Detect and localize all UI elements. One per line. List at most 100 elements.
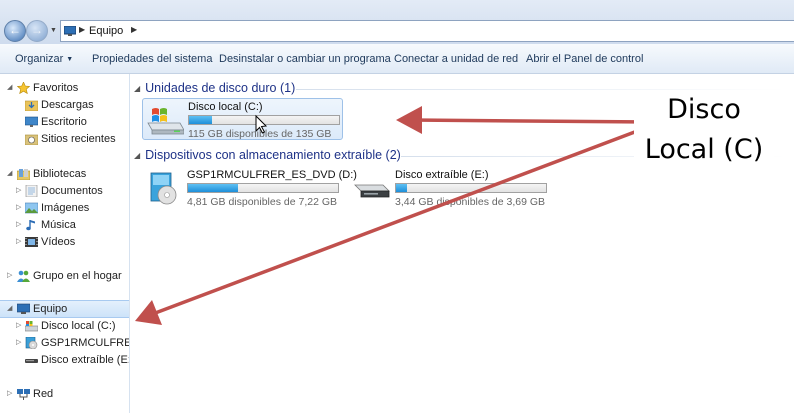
group-divider	[401, 156, 786, 157]
nav-item-recent[interactable]: Sitios recientes	[0, 131, 129, 148]
back-button[interactable]: ←	[4, 20, 26, 42]
arrow-right-icon: →	[31, 23, 43, 37]
expand-arrow-icon[interactable]: ▷	[16, 321, 21, 329]
nav-label: Favoritos	[33, 82, 79, 94]
nav-item-documents[interactable]: ▷ Documentos	[0, 183, 129, 200]
map-network-drive-button[interactable]: Conectar a unidad de red	[394, 53, 518, 65]
nav-item-desktop[interactable]: Escritorio	[0, 114, 129, 131]
drive-tile-c[interactable]: Disco local (C:) 115 GB disponibles de 1…	[142, 98, 343, 140]
drive-name: Disco local (C:)	[188, 101, 263, 113]
organize-button[interactable]: Organizar ▼	[15, 53, 73, 65]
nav-label: Sitios recientes	[41, 133, 116, 145]
videos-icon	[25, 237, 38, 247]
system-drive-icon	[25, 321, 38, 332]
drive-tile-e[interactable]: Disco extraíble (E:) 3,44 GB disponibles…	[350, 167, 555, 209]
group-header-hard-disks[interactable]: ◢ Unidades de disco duro (1)	[134, 81, 295, 95]
nav-item-drive-c[interactable]: ▷ Disco local (C:)	[0, 318, 129, 335]
nav-label: Bibliotecas	[33, 168, 87, 180]
nav-label: Disco local (C:)	[41, 320, 116, 332]
nav-item-images[interactable]: ▷ Imágenes	[0, 200, 129, 217]
recent-places-icon	[25, 134, 38, 145]
collapse-group-icon[interactable]: ◢	[134, 151, 140, 160]
nav-label: Música	[41, 219, 76, 231]
documents-icon	[25, 185, 38, 197]
drive-free-space: 115 GB disponibles de 135 GB	[188, 128, 332, 140]
system-properties-button[interactable]: Propiedades del sistema	[92, 53, 212, 65]
group-header-removable[interactable]: ◢ Dispositivos con almacenamiento extraíb…	[134, 148, 401, 162]
expand-arrow-icon[interactable]: ▷	[16, 203, 21, 211]
nav-label: Documentos	[41, 185, 103, 197]
open-control-panel-button[interactable]: Abrir el Panel de control	[526, 53, 643, 65]
nav-label: Imágenes	[41, 202, 90, 214]
breadcrumb-separator-icon[interactable]: ▶	[79, 25, 85, 34]
collapse-arrow-icon[interactable]: ◢	[7, 169, 12, 177]
drive-usage-bar	[187, 183, 339, 193]
drive-tile-d[interactable]: GSP1RMCULFRER_ES_DVD (D:) 4,81 GB dispon…	[142, 167, 357, 209]
expand-arrow-icon[interactable]: ▷	[7, 271, 12, 279]
drive-free-space: 4,81 GB disponibles de 7,22 GB	[187, 196, 338, 208]
libraries-icon	[17, 169, 30, 180]
history-dropdown-button[interactable]: ▼	[50, 27, 57, 34]
navigation-pane: ◢ Favoritos Descargas Escritorio Sitios …	[0, 74, 130, 413]
nav-label: GSP1RMCULFRER_ES	[41, 337, 130, 349]
nav-label: Equipo	[33, 303, 68, 315]
organize-label: Organizar	[15, 53, 64, 65]
nav-item-music[interactable]: ▷ Música	[0, 217, 129, 234]
expand-arrow-icon[interactable]: ▷	[16, 186, 21, 194]
computer-icon	[64, 26, 76, 36]
chevron-down-icon: ▼	[66, 56, 74, 63]
drive-usage-fill	[189, 116, 212, 124]
command-bar: Organizar ▼ Propiedades del sistema Desin…	[0, 44, 794, 74]
nav-item-network[interactable]: ▷ Red	[0, 386, 129, 403]
group-divider	[296, 89, 786, 90]
nav-item-computer[interactable]: ◢ Equipo	[0, 300, 129, 318]
nav-item-drive-d[interactable]: ▷ GSP1RMCULFRER_ES	[0, 335, 130, 352]
nav-item-favorites[interactable]: ◢ Favoritos	[0, 80, 129, 97]
downloads-folder-icon	[25, 100, 38, 111]
desktop-icon	[25, 116, 38, 127]
network-icon	[17, 389, 30, 400]
collapse-arrow-icon[interactable]: ◢	[7, 83, 12, 91]
breadcrumb-separator-icon[interactable]: ▶	[131, 25, 137, 34]
nav-label: Red	[33, 388, 54, 400]
computer-icon	[17, 303, 30, 314]
dvd-drive-icon	[25, 337, 38, 349]
group-header-label: Unidades de disco duro (1)	[145, 81, 296, 95]
nav-item-videos[interactable]: ▷ Vídeos	[0, 234, 129, 251]
nav-item-homegroup[interactable]: ▷ Grupo en el hogar	[0, 268, 129, 285]
breadcrumb-equipo[interactable]: Equipo	[89, 25, 123, 37]
nav-label: Escritorio	[41, 116, 87, 128]
star-icon	[17, 82, 30, 94]
collapse-group-icon[interactable]: ◢	[134, 84, 140, 93]
removable-drive-icon	[354, 184, 390, 198]
uninstall-program-button[interactable]: Desinstalar o cambiar un programa	[219, 53, 391, 65]
nav-label: Disco extraíble (E:)	[41, 354, 130, 366]
drive-name: GSP1RMCULFRER_ES_DVD (D:)	[187, 169, 357, 181]
expand-arrow-icon[interactable]: ▷	[7, 389, 12, 397]
expand-arrow-icon[interactable]: ▷	[16, 220, 21, 228]
content-area: ◢ Unidades de disco duro (1) Disco local …	[131, 74, 794, 413]
collapse-arrow-icon[interactable]: ◢	[7, 304, 12, 312]
address-field[interactable]: ▶ Equipo ▶	[60, 20, 794, 42]
expand-arrow-icon[interactable]: ▷	[16, 237, 21, 245]
removable-drive-icon	[25, 359, 38, 363]
drive-free-space: 3,44 GB disponibles de 3,69 GB	[395, 196, 546, 208]
nav-item-libraries[interactable]: ◢ Bibliotecas	[0, 166, 129, 183]
drive-usage-bar	[395, 183, 547, 193]
forward-button[interactable]: →	[26, 20, 48, 42]
expand-arrow-icon[interactable]: ▷	[16, 338, 21, 346]
dvd-drive-icon	[150, 172, 177, 205]
arrow-left-icon: ←	[9, 23, 21, 37]
nav-item-drive-e[interactable]: Disco extraíble (E:)	[0, 352, 130, 369]
system-drive-icon	[147, 108, 184, 135]
nav-item-downloads[interactable]: Descargas	[0, 97, 129, 114]
music-note-icon	[26, 220, 35, 231]
homegroup-icon	[17, 270, 30, 282]
drive-usage-fill	[396, 184, 407, 192]
images-icon	[25, 202, 38, 214]
group-header-label: Dispositivos con almacenamiento extraíbl…	[145, 148, 401, 162]
address-bar: ← → ▼ ▶ Equipo ▶	[0, 0, 794, 44]
nav-label: Descargas	[41, 99, 94, 111]
nav-label: Vídeos	[41, 236, 76, 248]
drive-name: Disco extraíble (E:)	[395, 169, 489, 181]
